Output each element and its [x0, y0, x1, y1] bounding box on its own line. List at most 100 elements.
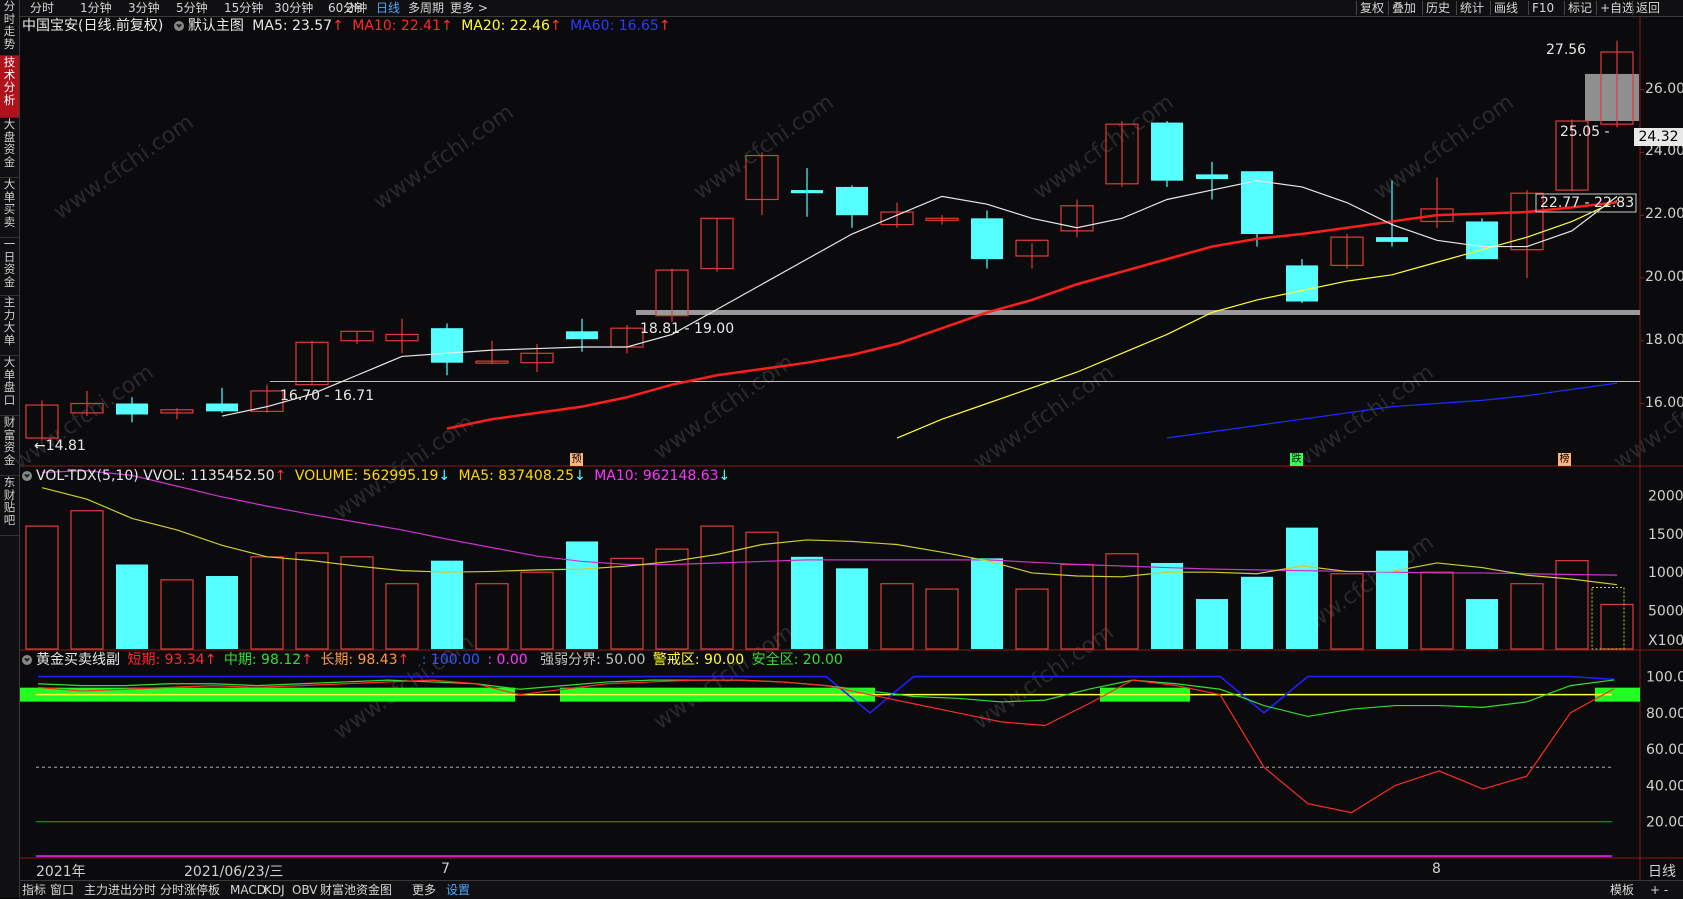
bottom-zoom-buttons[interactable]: + - [1650, 881, 1668, 899]
gold-tick-4: 20.00 [1646, 815, 1683, 831]
vol-ma10-arrow: ↓ [718, 468, 731, 484]
volume-bar-up [25, 525, 59, 650]
gold-warn-value: 警戒区: 90.00 [652, 652, 745, 668]
volume-tick-0: 20000 [1648, 488, 1683, 504]
annotation-high: 27.56 [1546, 42, 1587, 58]
vol-indicator-name[interactable]: VOL-TDX(5,10) [36, 468, 139, 484]
chart-name[interactable]: 默认主图 [188, 18, 244, 34]
annotation-2505: 25.05 - [1560, 124, 1610, 140]
chart-settings-icon[interactable] [173, 21, 184, 31]
ma5-arrow: ↑ [332, 18, 344, 34]
volume-bar-down [566, 541, 598, 649]
volume-bar-up [1420, 571, 1454, 650]
vol-ma5-value: MA5: 837408.25 [458, 468, 574, 484]
bottom-item-8[interactable]: 更多 [412, 881, 436, 899]
volume-bar-down [1151, 562, 1183, 649]
volume-bar-up [160, 579, 194, 650]
volume-tick-2: 10000 [1648, 565, 1683, 581]
volume-bar-down [1466, 599, 1498, 649]
chart-canvas[interactable]: www.cfchi.com www.cfchi.com www.cfchi.com w… [0, 0, 1683, 880]
volume-bar-down [1196, 599, 1228, 649]
gold-tick-3: 40.00 [1646, 778, 1683, 794]
gold-safe-value: 安全区: 20.00 [751, 652, 843, 668]
marker-bang[interactable]: 榜 [1558, 453, 1571, 466]
bottom-item-6[interactable]: OBV [292, 881, 318, 899]
candle-body-down [836, 186, 868, 216]
annotation-low: ←14.81 [34, 438, 86, 454]
volume-bar-up [520, 571, 554, 650]
bottom-item-1[interactable]: 窗口 [50, 881, 74, 899]
ma60-value: MA60: 16.65 [570, 18, 659, 34]
volume-bar-up [385, 583, 419, 650]
x-month-7: 7 [441, 861, 450, 877]
volume-bar-up [1015, 588, 1049, 650]
watermark-text: www.cfchi.com [649, 620, 798, 735]
price-tick-0: 26.00 [1645, 80, 1683, 97]
support-band-1900 [636, 309, 1640, 315]
volume-bar-up [1600, 603, 1634, 650]
annotation-2277: 22.77 - 22.83 [1540, 195, 1635, 211]
candle-body-down [1376, 237, 1408, 242]
bottom-item-3[interactable]: 分时涨停板 [160, 881, 220, 899]
bottom-bar: 指标 窗口 主力进出分时 分时涨停板 MACD KDJ OBV 财富池资金图 更多 设置 模板 + - [20, 880, 1683, 899]
bottom-item-7[interactable]: 财富池资金图 [320, 881, 392, 899]
app-window: 分时走势 技术分析 大盘资金 大单买卖 一日资金 主力大单 大单盘口 财富资金 东财贴吧 分时 1… [0, 0, 1683, 899]
price-tick-4: 18.00 [1645, 331, 1683, 348]
volume-bar-up [475, 583, 509, 650]
annotation-1881: 18.81 - 19.00 [640, 321, 735, 337]
bottom-template-button[interactable]: 模板 [1610, 881, 1634, 899]
gold-0-value: : 0.00 [487, 652, 528, 668]
gold-tick-1: 80.00 [1646, 706, 1683, 722]
vol-ma10-value: MA10: 962148.63 [594, 468, 719, 484]
bottom-item-5[interactable]: KDJ [264, 881, 285, 899]
bottom-item-0[interactable]: 指标 [22, 881, 46, 899]
candle-body-down [116, 403, 148, 415]
candle-body-down [431, 328, 463, 363]
bottom-item-9[interactable]: 设置 [446, 881, 470, 899]
volume-bar-down [206, 576, 238, 649]
gold-indicator-name[interactable]: 黄金买卖线副 [36, 652, 120, 668]
gold-mid-arrow: ↑ [301, 652, 313, 668]
volume-tick-1: 15000 [1648, 527, 1683, 543]
price-tick-2: 22.00 [1645, 206, 1683, 223]
gold-mid-value: 中期: 98.12 [223, 652, 302, 668]
gold-strong-value: 强弱分界: 50.00 [540, 652, 646, 668]
x-month-8: 8 [1432, 861, 1441, 877]
bottom-item-2[interactable]: 主力进出分时 [84, 881, 156, 899]
current-price-tag: 24.32 [1634, 128, 1683, 146]
gold-100-value: : 100.00 [421, 652, 480, 668]
volume-settings-icon[interactable] [22, 471, 32, 481]
volume-bar-up [700, 525, 734, 650]
volume-bar-down [971, 558, 1003, 649]
ma20-arrow: ↑ [549, 18, 562, 34]
volume-bar-down [431, 560, 463, 649]
vol-dotted-box [1591, 587, 1625, 650]
gold-settings-icon[interactable] [22, 655, 32, 665]
ma10-arrow: ↑ [441, 18, 453, 34]
price-tick-5: 16.00 [1645, 394, 1683, 411]
volume-value: VOLUME: 562995.19 [294, 468, 439, 484]
volume-bar-up [70, 510, 104, 650]
volume-arrow: ↓ [438, 468, 451, 484]
gold-tick-2: 60.00 [1646, 742, 1683, 758]
marker-die[interactable]: 跌 [1290, 453, 1303, 466]
gold-line-header: 黄金买卖线副 短期: 93.34↑ 中期: 98.12↑ 长期: 98.43↑ … [22, 651, 843, 669]
annotation-1670: 16.70 - 16.71 [280, 388, 375, 404]
volume-bar-up [880, 583, 914, 650]
candle-body-down [791, 190, 823, 194]
volume-bar-down [116, 564, 148, 649]
vol-ma5-arrow: ↓ [574, 468, 586, 484]
gold-short-arrow: ↑ [204, 652, 217, 668]
volume-bar-up [610, 557, 644, 650]
volume-bar-down [1376, 550, 1408, 649]
gold-long-arrow: ↑ [397, 652, 410, 668]
ma20-value: MA20: 22.46 [461, 18, 550, 34]
selection-box [1585, 73, 1639, 122]
marker-yu[interactable]: 预 [570, 453, 583, 466]
volume-tick-3: 5000 [1648, 604, 1683, 620]
bottom-item-4[interactable]: MACD [230, 881, 266, 899]
volume-unit-label: X100 [1648, 633, 1683, 649]
x-year-label: 2021年 [36, 864, 86, 880]
volume-bar-down [1286, 527, 1318, 649]
volume-bar-up [250, 556, 284, 650]
